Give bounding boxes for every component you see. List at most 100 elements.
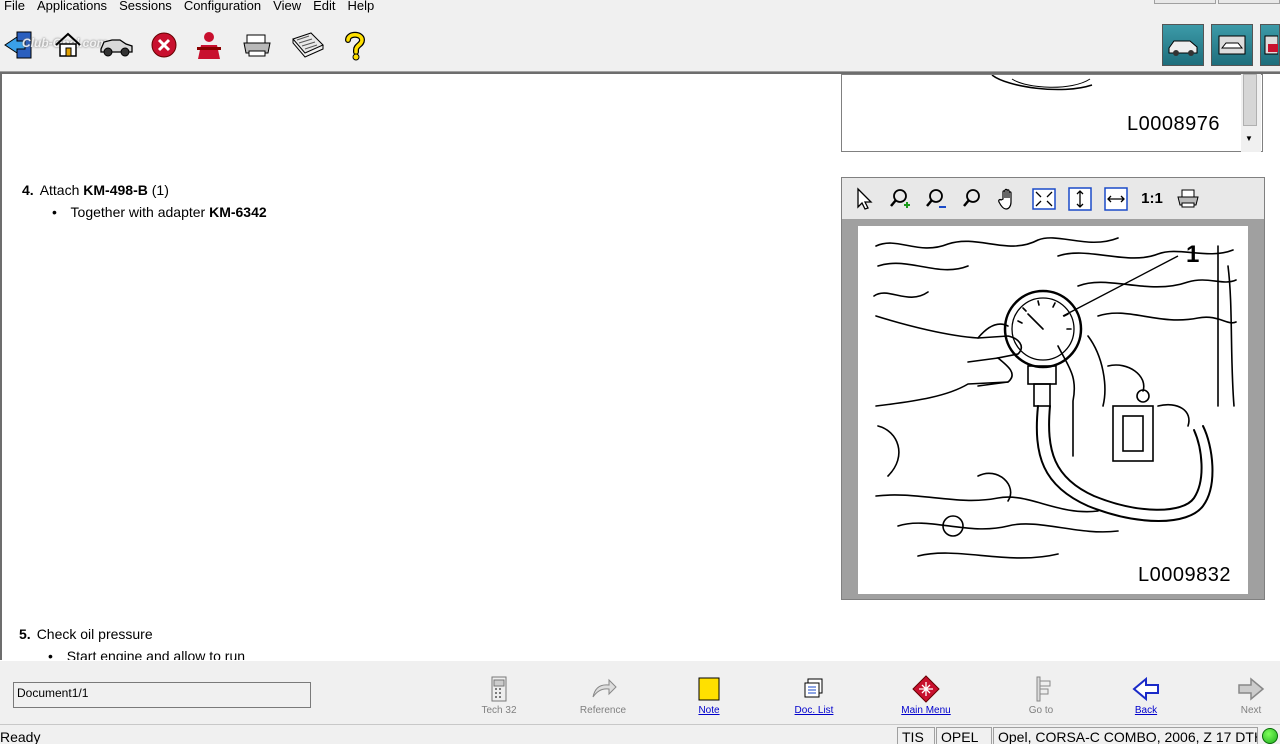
next-button[interactable]: Next bbox=[1216, 675, 1280, 719]
maximize-button[interactable] bbox=[1218, 0, 1280, 4]
fit-height-button[interactable] bbox=[1062, 183, 1098, 215]
actual-size-button[interactable]: 1:1 bbox=[1134, 183, 1170, 215]
status-bar: Ready TIS OPEL Opel, CORSA-C COMBO, 2006… bbox=[0, 724, 1280, 744]
step-4-bullet: Together with adapter KM-6342 bbox=[52, 204, 267, 220]
reference-button[interactable]: Reference bbox=[568, 675, 638, 719]
step-4-tool: KM-498-B bbox=[83, 182, 148, 198]
zoom-out-icon bbox=[926, 188, 946, 208]
status-text: Ready bbox=[0, 729, 41, 744]
technical-illustration[interactable]: 1 L0009832 bbox=[858, 226, 1248, 594]
viewer-print-button[interactable] bbox=[1170, 183, 1206, 215]
oil-pressure-gauge-drawing: 1 bbox=[873, 237, 1237, 559]
status-app: TIS bbox=[897, 727, 935, 744]
go-to-label: Go to bbox=[1028, 705, 1054, 716]
zoom-out-button[interactable] bbox=[918, 183, 954, 215]
tis-window: File Applications Sessions Configuration… bbox=[0, 0, 1280, 744]
step-5: 5. Check oil pressure bbox=[19, 626, 153, 642]
next-arrow-icon bbox=[1238, 677, 1265, 701]
bottom-navigation: Document1/1 Tech 32 Reference Note Doc. … bbox=[0, 660, 1280, 718]
tech32-button[interactable]: Tech 32 bbox=[464, 675, 534, 719]
menu-edit[interactable]: Edit bbox=[307, 0, 341, 13]
question-mark-icon bbox=[345, 31, 366, 61]
scrollbar-thumb[interactable] bbox=[1243, 74, 1257, 126]
minimize-button[interactable] bbox=[1154, 0, 1216, 4]
go-to-button[interactable]: Go to bbox=[1006, 675, 1076, 719]
next-label: Next bbox=[1240, 705, 1262, 716]
newspaper-icon bbox=[292, 32, 324, 58]
cancel-x-icon bbox=[151, 32, 177, 58]
car-garage-icon bbox=[1168, 40, 1198, 56]
connection-status-icon bbox=[1262, 728, 1278, 744]
figure-top: L0008976 bbox=[841, 74, 1263, 152]
callout-number: 1 bbox=[1186, 241, 1199, 268]
document-pane[interactable]: L0008976 ▼ 4. Attach KM-498-B (1) Togethe… bbox=[0, 72, 1280, 660]
home-button[interactable] bbox=[51, 28, 85, 62]
printer-icon bbox=[1177, 189, 1199, 207]
vehicle-system-button-1[interactable] bbox=[1162, 24, 1204, 66]
step-4-bullet-pre: Together with adapter bbox=[70, 204, 206, 220]
vehicle-system-button-3[interactable] bbox=[1260, 24, 1280, 66]
scroll-down-arrow-icon[interactable]: ▼ bbox=[1245, 134, 1253, 143]
document-list-icon bbox=[804, 678, 823, 698]
doc-list-button[interactable]: Doc. List bbox=[779, 675, 849, 719]
note-icon bbox=[698, 677, 720, 701]
step-4-text-post: (1) bbox=[151, 182, 169, 198]
user-button[interactable] bbox=[192, 28, 226, 62]
fit-height-icon bbox=[1068, 186, 1092, 211]
vehicle-system-button-2[interactable] bbox=[1211, 24, 1253, 66]
select-tool-button[interactable] bbox=[846, 183, 882, 215]
doc-list-label: Doc. List bbox=[794, 705, 834, 716]
print-button[interactable] bbox=[240, 28, 274, 62]
menu-applications[interactable]: Applications bbox=[31, 0, 113, 13]
step-4-text-pre: Attach bbox=[39, 182, 80, 198]
signpost-icon bbox=[1036, 676, 1051, 702]
zoom-button[interactable] bbox=[954, 183, 990, 215]
image-viewer: 1:1 1 L0009832 bbox=[841, 177, 1265, 600]
tech32-label: Tech 32 bbox=[481, 705, 517, 716]
menu-bar: File Applications Sessions Configuration… bbox=[0, 0, 1280, 14]
printer-icon bbox=[243, 34, 271, 57]
main-menu-label: Main Menu bbox=[901, 705, 951, 716]
fit-page-button[interactable] bbox=[1026, 183, 1062, 215]
step-4-bullet-tool: KM-6342 bbox=[209, 204, 267, 220]
main-menu-diamond-icon bbox=[912, 675, 940, 703]
figure-label: L0009832 bbox=[1138, 564, 1231, 586]
menu-sessions[interactable]: Sessions bbox=[113, 0, 178, 13]
zoom-in-icon bbox=[890, 188, 910, 208]
zoom-in-button[interactable] bbox=[882, 183, 918, 215]
figure-scrollbar[interactable]: ▼ bbox=[1241, 74, 1261, 152]
status-vehicle: Opel, CORSA-C COMBO, 2006, Z 17 DTH bbox=[993, 727, 1258, 744]
arrow-pointer-icon bbox=[857, 186, 873, 210]
car-icon bbox=[100, 39, 133, 57]
step-5-number: 5. bbox=[19, 626, 31, 642]
fit-width-button[interactable] bbox=[1098, 183, 1134, 215]
help-button[interactable] bbox=[338, 28, 372, 62]
tech32-device-icon bbox=[491, 676, 507, 702]
main-menu-button[interactable]: Main Menu bbox=[891, 675, 961, 719]
vehicle-selection-button[interactable] bbox=[97, 28, 135, 62]
pan-button[interactable] bbox=[990, 183, 1026, 215]
magnifier-icon bbox=[963, 188, 980, 207]
fit-window-icon bbox=[1032, 187, 1056, 210]
fit-width-icon bbox=[1104, 186, 1128, 211]
back-arrow-icon bbox=[1132, 676, 1159, 702]
step-5-bullet-text: Start engine and allow to run bbox=[66, 648, 246, 660]
menu-view[interactable]: View bbox=[267, 0, 307, 13]
menu-configuration[interactable]: Configuration bbox=[178, 0, 267, 13]
image-viewer-toolbar: 1:1 bbox=[842, 178, 1264, 220]
window-controls bbox=[1152, 0, 1280, 4]
menu-help[interactable]: Help bbox=[342, 0, 381, 13]
menu-file[interactable]: File bbox=[0, 0, 31, 13]
step-4: 4. Attach KM-498-B (1) bbox=[22, 182, 169, 198]
step-5-text: Check oil pressure bbox=[36, 626, 153, 642]
hand-icon bbox=[998, 188, 1012, 210]
car-diagnostic-icon bbox=[1218, 35, 1246, 55]
note-label: Note bbox=[698, 705, 720, 716]
news-button[interactable] bbox=[288, 28, 326, 62]
back-label: Back bbox=[1134, 705, 1158, 716]
reference-arrow-icon bbox=[592, 678, 617, 698]
cancel-button[interactable] bbox=[147, 28, 181, 62]
car-tools-icon bbox=[1264, 35, 1278, 55]
note-button[interactable]: Note bbox=[674, 675, 744, 719]
back-button[interactable]: Back bbox=[1111, 675, 1181, 719]
